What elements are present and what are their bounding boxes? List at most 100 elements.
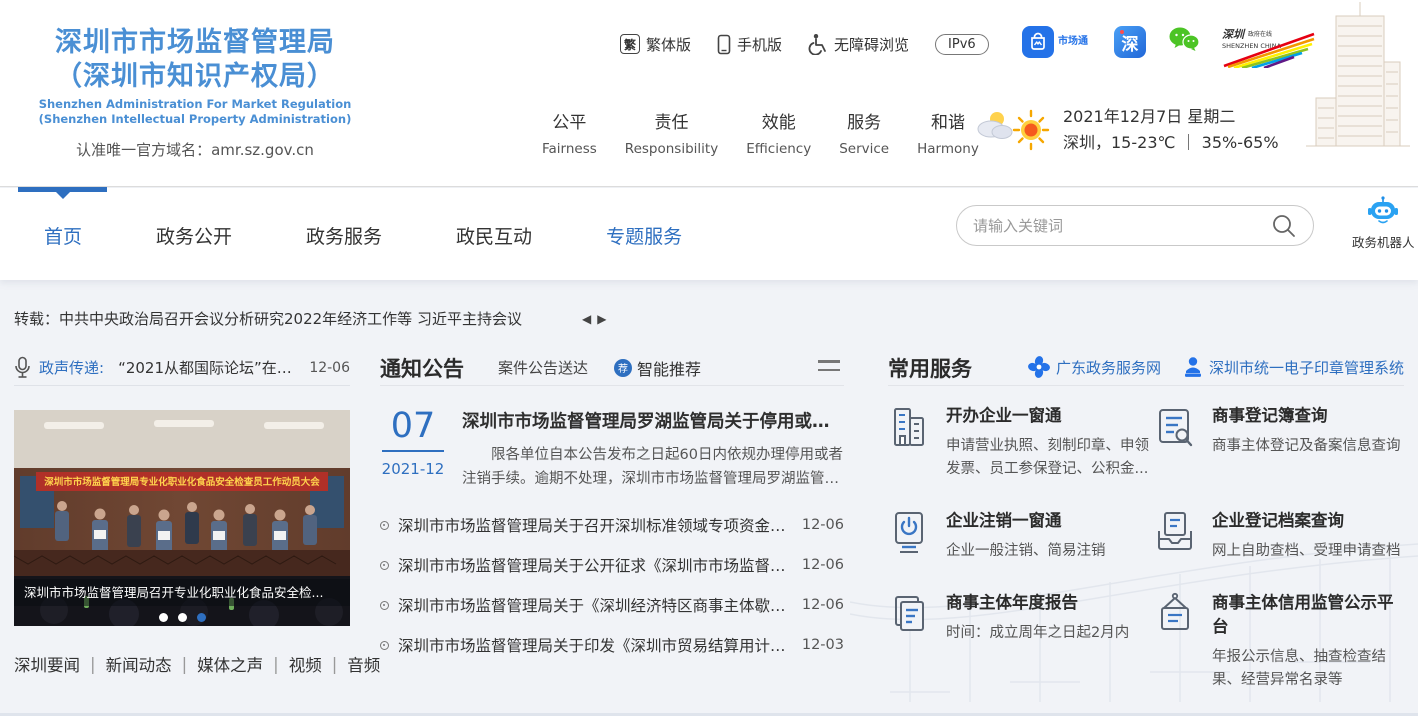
annual-report-icon [888,591,930,637]
notices-more-icon[interactable] [818,360,840,377]
services-panel: 常用服务 广东政务服务网 [888,350,1404,692]
wechat-link[interactable] [1168,26,1200,53]
ticker-next-icon[interactable]: ▶ [597,312,606,326]
accessibility-link[interactable]: 无障碍浏览 [808,33,909,55]
traditional-version-link[interactable]: 繁 繁体版 [620,34,691,55]
photo-carousel[interactable]: 深圳市市场监督管理局专业化职业化食品安全检查员工作动员大会 [14,410,350,626]
news-tabs: 深圳要闻| 新闻动态| 媒体之声| 视频| 音频 [14,652,350,676]
deregister-icon [888,509,930,555]
carousel-dot-1[interactable] [159,613,168,622]
featured-month: 2021-12 [380,460,446,478]
voice-label[interactable]: 政声传递: [39,357,104,378]
tab-media-voice[interactable]: 媒体之声 [197,652,263,676]
search-icon[interactable] [1271,213,1297,239]
wheelchair-icon [808,33,828,55]
service-deregister[interactable]: 企业注销一窗通 企业一般注销、简易注销 [888,507,1154,563]
market-app-icon [1022,26,1054,58]
svg-text:政府在线: 政府在线 [1248,30,1272,38]
services-header: 常用服务 广东政务服务网 [888,350,1404,386]
ticker-text[interactable]: 转载：中共中央政治局召开会议分析研究2022年经济工作等 习近平主持会议 [14,308,522,329]
featured-title[interactable]: 深圳市市场监督管理局罗湖监管局关于停用或注销... [462,408,844,433]
value-responsibility: 责任Responsibility [611,108,732,157]
notices-header: 通知公告 案件公告送达 荐 智能推荐 [380,350,844,386]
recommend-badge-icon: 荐 [614,359,632,377]
registry-query-icon [1154,404,1196,450]
value-efficiency: 效能Efficiency [732,108,825,157]
nav-item-special-services[interactable]: 专题服务 [606,222,682,249]
service-annual-report[interactable]: 商事主体年度报告 时间：成立周年之日起2月内 [888,589,1154,692]
gd-flower-icon [1028,356,1050,378]
notice-row[interactable]: 深圳市市场监督管理局关于公开征求《深圳市市场监督管理... 12-06 [380,545,844,585]
nav-item-gov-services[interactable]: 政务服务 [306,222,382,249]
nav-item-home[interactable]: 首页 [44,222,82,249]
tab-audio[interactable]: 音频 [347,652,380,676]
logo-title-cn: 深圳市市场监督管理局 （深圳市知识产权局） [30,26,360,94]
open-business-icon [888,404,930,450]
traditional-icon: 繁 [620,34,640,54]
guangdong-gov-link[interactable]: 广东政务服务网 [1028,356,1161,378]
bullet-icon [380,521,389,530]
voice-date: 12-06 [309,360,350,376]
voice-row: 政声传递: “2021从都国际论坛”在广... 12-06 [14,350,350,386]
search-box [956,205,1314,246]
header-quick-links: 繁 繁体版 手机版 无障碍浏览 IPv6 [620,30,989,58]
homepage: 深圳市市场监督管理局 （深圳市知识产权局） Shenzhen Administr… [0,0,1418,716]
weather-detail: 深圳，15-23℃ ｜ 35%-65% [1063,130,1279,156]
tab-smart-recommend[interactable]: 荐 智能推荐 [614,356,701,380]
carousel-dot-2[interactable] [178,613,187,622]
notices-title[interactable]: 通知公告 [380,353,464,383]
service-credit-platform[interactable]: 商事主体信用监管公示平台 年报公示信息、抽查检查结果、经营异常名录等 [1154,589,1404,692]
logo-title-en: Shenzhen Administration For Market Regul… [30,97,360,127]
archives-query-icon [1154,509,1196,555]
search-input[interactable] [973,217,1271,235]
featured-date: 07 2021-12 [380,408,446,491]
notice-row[interactable]: 深圳市市场监督管理局关于召开深圳标准领域专项资金资助... 12-06 [380,505,844,545]
voice-headline[interactable]: “2021从都国际论坛”在广... [118,357,301,378]
gov-robot-button[interactable]: 政务机器人 [1352,196,1414,251]
service-archives-query[interactable]: 企业登记档案查询 网上自助查档、受理申请查档 [1154,507,1404,563]
carousel-caption: 深圳市市场监督管理局召开专业化职业化食品安全检... [14,579,350,606]
service-open-business[interactable]: 开办企业一窗通 申请营业执照、刻制印章、申领发票、员工参保登记、公积金... [888,402,1154,481]
bullet-icon [380,641,389,650]
wechat-icon [1168,26,1200,53]
tab-video[interactable]: 视频 [289,652,322,676]
robot-icon [1366,196,1400,226]
nav-item-gov-info[interactable]: 政务公开 [156,222,232,249]
site-logo[interactable]: 深圳市市场监督管理局 （深圳市知识产权局） Shenzhen Administr… [30,26,360,160]
eseal-system-link[interactable]: 深圳市统一电子印章管理系统 [1183,356,1404,378]
carousel-dot-3[interactable] [197,613,206,622]
services-grid: 开办企业一窗通 申请营业执照、刻制印章、申领发票、员工参保登记、公积金... 商… [888,402,1404,692]
ticker-prev-icon[interactable]: ◀ [582,312,591,326]
nav-links: 首页 政务公开 政务服务 政民互动 专题服务 [44,222,682,249]
bullet-icon [380,601,389,610]
tab-news-updates[interactable]: 新闻动态 [106,652,172,676]
bullet-icon [380,561,389,570]
weather-icon [975,107,1053,153]
notice-row[interactable]: 深圳市市场监督管理局关于印发《深圳市贸易结算用计量器... 12-03 [380,625,844,665]
shen-app-link[interactable]: 深 [1114,26,1146,58]
header-building-art [1302,2,1414,164]
tab-shenzhen-news[interactable]: 深圳要闻 [14,652,80,676]
mobile-version-link[interactable]: 手机版 [717,34,782,55]
notice-list: 深圳市市场监督管理局关于召开深圳标准领域专项资金资助... 12-06 深圳市市… [380,505,844,665]
microphone-icon [14,356,31,379]
notice-row[interactable]: 深圳市市场监督管理局关于《深圳经济特区商事主体歇业实... 12-06 [380,585,844,625]
ipv6-badge[interactable]: IPv6 [935,34,989,55]
carousel-dots [14,613,350,622]
svg-text:深圳: 深圳 [1222,28,1246,41]
featured-summary: 限各单位自本公告发布之日起60日内依规办理停用或者注销手续。逾期不处理，深圳市市… [462,443,844,491]
weather-date: 2021年12月7日 星期二 [1063,104,1279,130]
phone-icon [717,34,731,55]
credit-platform-icon [1154,591,1196,637]
featured-notice[interactable]: 07 2021-12 深圳市市场监督管理局罗湖监管局关于停用或注销... 限各单… [380,408,844,491]
value-fairness: 公平Fairness [528,108,611,157]
official-domain-note: 认准唯一官方域名：amr.sz.gov.cn [30,139,360,160]
main-navbar: 首页 政务公开 政务服务 政民互动 专题服务 政务机器人 [0,188,1418,280]
nav-item-interaction[interactable]: 政民互动 [456,222,532,249]
market-app-link[interactable]: 市场通 [1022,26,1092,58]
seal-person-icon [1183,356,1203,378]
service-registry-query[interactable]: 商事登记簿查询 商事主体登记及备案信息查询 [1154,402,1404,481]
tab-case-announcements[interactable]: 案件公告送达 [498,357,588,378]
services-title: 常用服务 [888,353,972,383]
active-tab-indicator [18,187,107,192]
